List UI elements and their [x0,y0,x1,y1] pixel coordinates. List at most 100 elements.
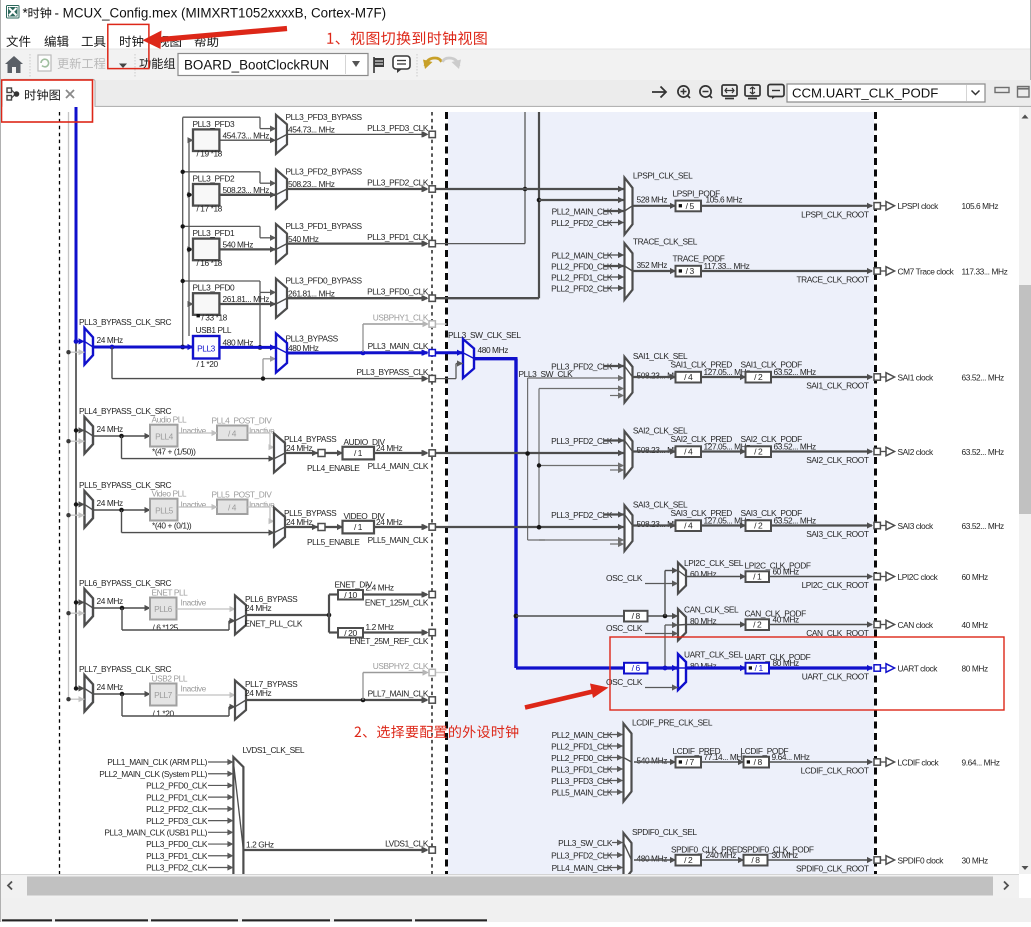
svg-text:*(47 + (1/50)): *(47 + (1/50)) [152,446,196,456]
svg-text:PLL5_MAIN_CLK: PLL5_MAIN_CLK [368,535,429,545]
svg-text:24 MHz: 24 MHz [245,688,271,698]
svg-text:PLL2_MAIN_CLK (System PLL): PLL2_MAIN_CLK (System PLL) [99,769,207,779]
svg-text:30 MHz: 30 MHz [962,855,988,865]
svg-text:- MCUX_Config.mex (MIMXRT1052x: - MCUX_Config.mex (MIMXRT1052xxxxB, Cort… [55,6,387,21]
svg-text:OSC_CLK: OSC_CLK [606,623,643,633]
svg-text:63.52... MHz: 63.52... MHz [774,516,817,526]
svg-text:USBPHY2_CLK: USBPHY2_CLK [373,661,429,671]
svg-text:PLL7_BYPASS_CLK_SRC: PLL7_BYPASS_CLK_SRC [79,664,171,674]
svg-text:PLL3_MAIN_CLK: PLL3_MAIN_CLK [368,341,429,351]
svg-text:PLL3_PFD2_BYPASS: PLL3_PFD2_BYPASS [286,166,363,176]
svg-text:PLL2_MAIN_CLK: PLL2_MAIN_CLK [552,730,613,740]
svg-text:UART_CLK_ROOT: UART_CLK_ROOT [802,672,869,682]
svg-text:PLL3_PFD0_CLK: PLL3_PFD0_CLK [367,287,429,297]
svg-text:63.52... MHz: 63.52... MHz [962,447,1005,457]
svg-text:PLL3_PFD2_CLK: PLL3_PFD2_CLK [551,436,613,446]
svg-text:/ 19 *18: / 19 *18 [197,149,223,159]
svg-text:PLL2_PFD0_CLK: PLL2_PFD0_CLK [551,753,613,763]
svg-text:PLL3_BYPASS_CLK_SRC: PLL3_BYPASS_CLK_SRC [79,317,171,327]
svg-text:63.52... MHz: 63.52... MHz [962,521,1005,531]
svg-text:*(40 + (0/1)): *(40 + (0/1)) [152,520,192,530]
svg-text:/ 6: / 6 [632,663,641,673]
svg-text:540 MHz: 540 MHz [288,234,319,244]
svg-text:PLL5: PLL5 [155,506,174,516]
svg-text:PLL6_BYPASS_CLK_SRC: PLL6_BYPASS_CLK_SRC [79,578,171,588]
svg-text:LPSPI clock: LPSPI clock [898,201,940,211]
svg-text:PLL5_POST_DIV: PLL5_POST_DIV [212,490,273,500]
svg-text:PLL3_PFD3_CLK: PLL3_PFD3_CLK [551,776,613,786]
svg-text:454.73... MHz: 454.73... MHz [223,130,270,140]
svg-text:240 MHz: 240 MHz [706,850,737,860]
svg-text:PLL3_PFD2_CLK: PLL3_PFD2_CLK [146,863,208,873]
svg-text:63.52... MHz: 63.52... MHz [774,442,817,452]
svg-text:352 MHz: 352 MHz [637,260,668,270]
svg-text:ENET PLL: ENET PLL [152,588,189,598]
svg-text:SPDIF0 clock: SPDIF0 clock [898,855,945,865]
svg-text:LPI2C_CLK_SEL: LPI2C_CLK_SEL [684,558,744,568]
svg-text:PLL5_ENABLE: PLL5_ENABLE [307,537,360,547]
svg-text:PLL3_PFD1_CLK: PLL3_PFD1_CLK [551,764,613,774]
svg-text:PLL3_PFD1_BYPASS: PLL3_PFD1_BYPASS [286,221,363,231]
svg-text:/ 2: / 2 [754,447,763,457]
svg-text:508.23... MHz: 508.23... MHz [288,179,335,189]
svg-text:PLL2_PFD2_CLK: PLL2_PFD2_CLK [551,283,613,293]
svg-text:Inactive: Inactive [181,598,207,608]
svg-text:261.81... MHz: 261.81... MHz [223,294,270,304]
svg-text:/ 1 *20: / 1 *20 [197,359,219,369]
svg-text:CAN_CLK_SEL: CAN_CLK_SEL [684,605,739,615]
svg-text:80 MHz: 80 MHz [773,658,799,668]
svg-text:63.52... MHz: 63.52... MHz [962,372,1005,382]
svg-text:PLL3_PFD3_BYPASS: PLL3_PFD3_BYPASS [286,112,363,122]
svg-text:PLL4_MAIN_CLK: PLL4_MAIN_CLK [552,863,613,873]
svg-text:/ 17 *18: / 17 *18 [197,203,223,213]
svg-text:480 MHz: 480 MHz [637,854,668,864]
svg-text:/ 33 *18: / 33 *18 [202,313,228,323]
svg-text:/ 4: / 4 [684,447,693,457]
svg-text:/ 8: / 8 [751,855,760,865]
svg-text:LPSPI_CLK_ROOT: LPSPI_CLK_ROOT [801,209,869,219]
svg-text:/ 2: / 2 [754,372,763,382]
svg-text:PLL2_PFD1_CLK: PLL2_PFD1_CLK [551,272,613,282]
svg-text:UART clock: UART clock [898,663,939,673]
svg-text:9.64... MHz: 9.64... MHz [772,752,810,762]
svg-text:528 MHz: 528 MHz [637,195,668,205]
svg-text:PLL2_PFD0_CLK: PLL2_PFD0_CLK [146,781,208,791]
svg-text:PLL6: PLL6 [154,604,173,614]
svg-text:SPDIF0_CLK_ROOT: SPDIF0_CLK_ROOT [796,864,869,874]
svg-text:PLL3_PFD2_CLK: PLL3_PFD2_CLK [551,361,613,371]
svg-text:PLL1_MAIN_CLK (ARM PLL): PLL1_MAIN_CLK (ARM PLL) [107,757,207,767]
svg-text:PLL4_POST_DIV: PLL4_POST_DIV [212,416,273,426]
svg-text:/ 4: / 4 [684,521,693,531]
svg-text:/ 16 *18: / 16 *18 [197,258,223,268]
svg-text:PLL2_PFD3_CLK: PLL2_PFD3_CLK [146,816,208,826]
svg-text:PLL3_PFD2_CLK: PLL3_PFD2_CLK [551,850,613,860]
svg-text:63.52... MHz: 63.52... MHz [774,367,817,377]
svg-text:/ 5: / 5 [686,201,695,211]
svg-text:PLL3_PFD2: PLL3_PFD2 [193,173,235,183]
svg-text:/ 2: / 2 [684,855,693,865]
svg-text:540 MHz: 540 MHz [223,240,254,250]
svg-text:PLL4_ENABLE: PLL4_ENABLE [307,463,360,473]
svg-text:PLL3_SW_CLK: PLL3_SW_CLK [558,838,613,848]
svg-text:80 MHz: 80 MHz [962,663,988,673]
svg-text:SAI3 clock: SAI3 clock [898,521,934,531]
svg-text:PLL3_PFD0_BYPASS: PLL3_PFD0_BYPASS [286,276,363,286]
svg-text:LVDS1_CLK: LVDS1_CLK [385,838,429,848]
svg-text:540 MHz: 540 MHz [637,756,668,766]
svg-text:PLL2_PFD0_CLK: PLL2_PFD0_CLK [551,261,613,271]
svg-text:/ 4: / 4 [228,429,237,439]
svg-text:PLL2_MAIN_CLK: PLL2_MAIN_CLK [552,206,613,216]
svg-text:/ 3: / 3 [686,266,695,276]
svg-text:/ 1: / 1 [753,572,762,582]
svg-text:9.64... MHz: 9.64... MHz [962,757,1000,767]
svg-text:1.2 MHz: 1.2 MHz [366,622,394,632]
svg-text:/ 10: / 10 [344,590,357,600]
svg-text:40 MHz: 40 MHz [962,620,988,630]
svg-text:PLL3: PLL3 [197,344,216,354]
svg-text:PLL3_PFD2_CLK: PLL3_PFD2_CLK [551,510,613,520]
svg-text:24 MHz: 24 MHz [97,682,123,692]
svg-text:Inactive: Inactive [181,684,207,694]
svg-text:PLL2_PFD1_CLK: PLL2_PFD1_CLK [146,792,208,802]
svg-text:USB1 PLL: USB1 PLL [196,325,232,335]
svg-text:261.81... MHz: 261.81... MHz [288,288,335,298]
